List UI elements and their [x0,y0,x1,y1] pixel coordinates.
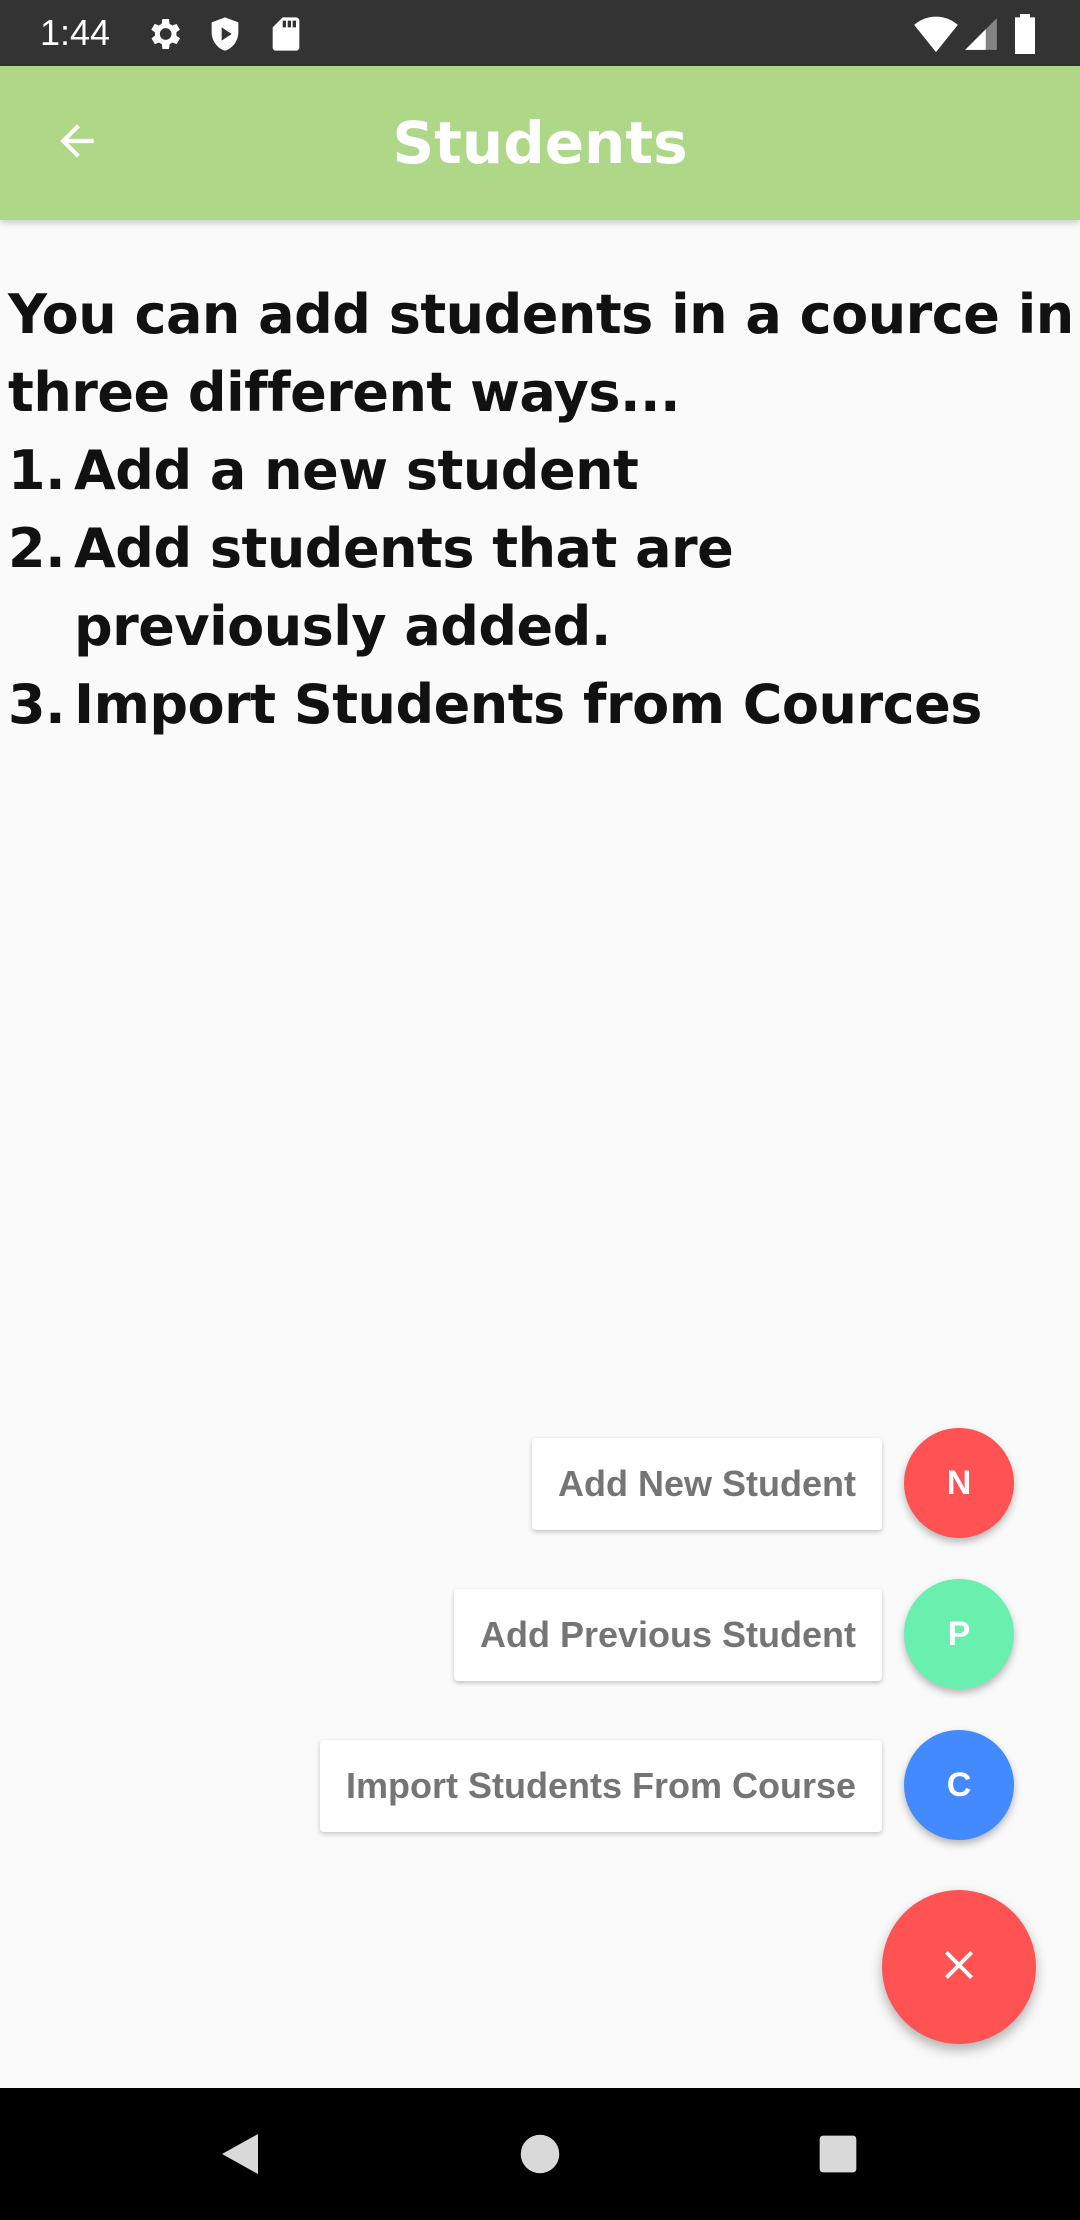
list-item: 3. Import Students from Cources [8,666,1068,744]
back-triangle-icon [218,2130,262,2183]
status-bar: 1:44 [0,0,1080,66]
shield-play-icon [205,14,245,54]
app-bar: Students [0,66,1080,220]
status-time: 1:44 [40,12,111,53]
speed-dial-action-import: Import Students From Course C [0,1730,1080,1840]
import-students-button[interactable]: Import Students From Course [319,1740,882,1832]
add-new-student-button[interactable]: Add New Student [532,1438,882,1530]
nav-recents-button[interactable] [808,2126,868,2186]
battery-icon [1010,14,1050,54]
close-icon [935,1941,983,1994]
list-text: Add a new student [74,439,639,502]
intro-line-2: three different ways... [8,361,681,424]
close-speed-dial-button[interactable] [882,1890,1036,2044]
sd-card-icon [266,14,306,54]
signal-icon [962,14,1002,54]
page-title: Students [392,109,688,177]
nav-back-button[interactable] [210,2126,270,2186]
list-text: Add students that are previously added. [74,517,734,658]
system-nav-bar [0,2088,1080,2220]
speed-dial-action-previous: Add Previous Student P [0,1579,1080,1689]
gear-icon [144,14,184,54]
list-item: 2. Add students that are previously adde… [8,510,1068,666]
list-text: Import Students from Cources [74,673,982,736]
recents-square-icon [818,2134,858,2179]
home-circle-icon [519,2133,561,2180]
intro-line-1: You can add students in a cource in [8,283,1074,346]
speed-dial-action-new: Add New Student N [0,1428,1080,1538]
add-new-student-fab[interactable]: N [904,1428,1014,1538]
list-number: 1. [8,439,66,502]
import-students-fab[interactable]: C [904,1730,1014,1840]
nav-home-button[interactable] [510,2126,570,2186]
wifi-icon [914,14,958,54]
list-number: 3. [8,673,66,736]
add-previous-student-button[interactable]: Add Previous Student [453,1589,882,1681]
list-item: 1. Add a new student [8,432,1068,510]
list-number: 2. [8,517,66,580]
add-previous-student-fab[interactable]: P [904,1579,1014,1689]
instructions-text: You can add students in a cource in thre… [8,276,1074,744]
